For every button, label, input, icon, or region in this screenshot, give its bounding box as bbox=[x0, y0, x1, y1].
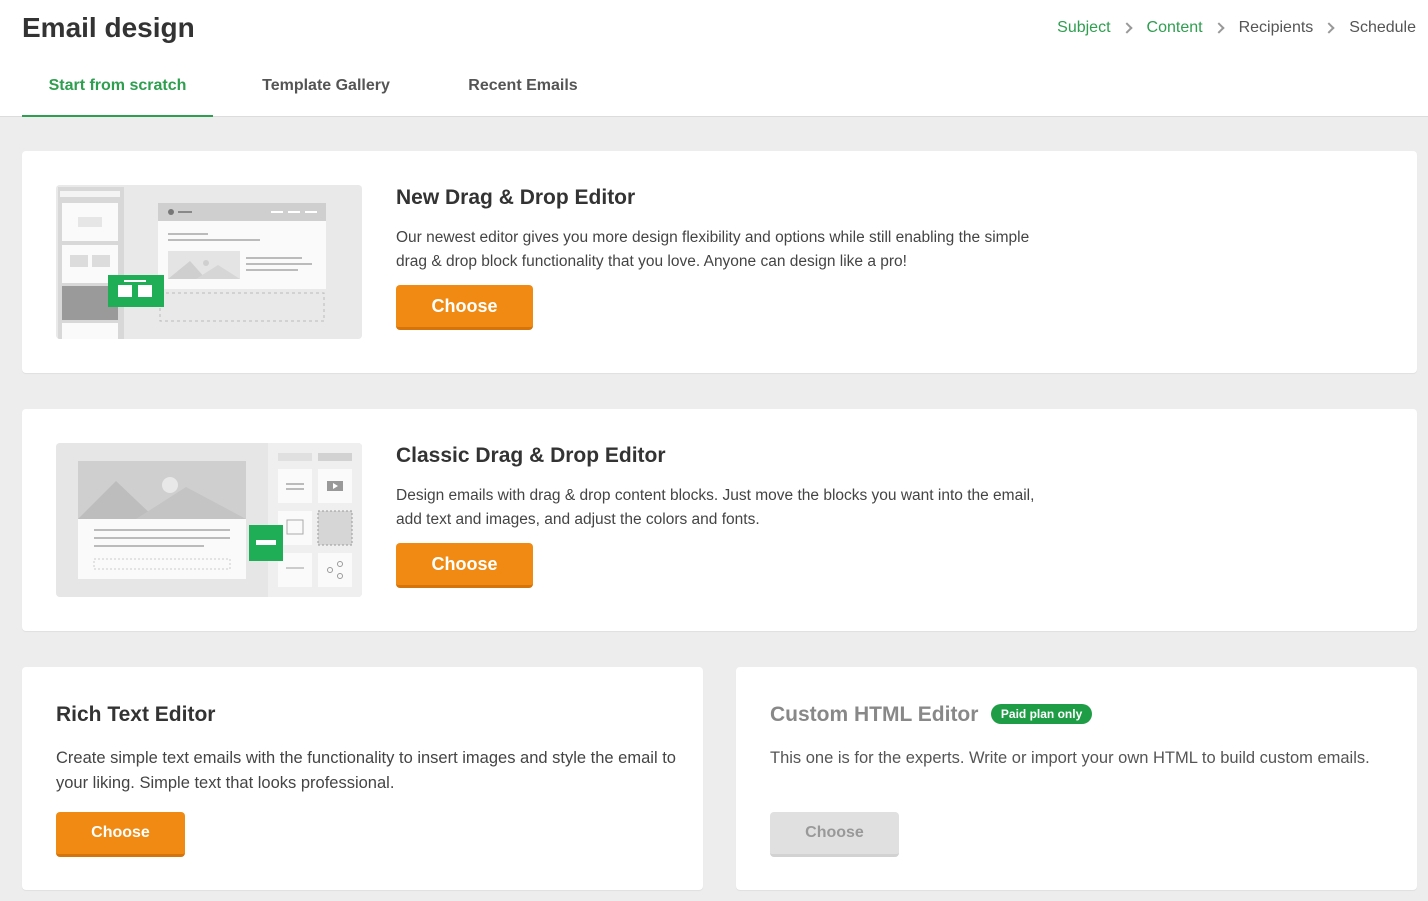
paid-plan-badge: Paid plan only bbox=[990, 703, 1093, 724]
step-content[interactable]: Content bbox=[1147, 19, 1203, 37]
custom-html-editor-card: Custom HTML Editor Paid plan only This o… bbox=[736, 667, 1417, 890]
chevron-right-icon bbox=[1120, 22, 1133, 34]
step-recipients[interactable]: Recipients bbox=[1239, 19, 1314, 37]
new-dnd-editor-description: Our newest editor gives you more design … bbox=[396, 229, 1030, 270]
chevron-right-icon bbox=[1212, 22, 1225, 34]
page-header: Email design Subject Content Recipients … bbox=[0, 0, 1428, 117]
design-tabs: Start from scratch Template Gallery Rece… bbox=[22, 60, 607, 117]
tab-recent-emails[interactable]: Recent Emails bbox=[439, 60, 607, 117]
tab-start-from-scratch[interactable]: Start from scratch bbox=[22, 60, 213, 117]
classic-dnd-editor-description: Design emails with drag & drop content b… bbox=[396, 487, 1035, 528]
classic-dnd-editor-choose-button[interactable]: Choose bbox=[396, 543, 533, 588]
step-subject[interactable]: Subject bbox=[1057, 19, 1110, 37]
progress-steps: Subject Content Recipients Schedule bbox=[1057, 19, 1416, 37]
tab-template-gallery[interactable]: Template Gallery bbox=[213, 60, 439, 117]
custom-html-editor-title: Custom HTML Editor bbox=[770, 703, 979, 726]
rich-text-editor-description: Create simple text emails with the funct… bbox=[56, 749, 676, 792]
custom-html-editor-heading: Custom HTML Editor Paid plan only bbox=[770, 703, 1093, 727]
chevron-right-icon bbox=[1323, 22, 1335, 34]
classic-dnd-editor-illustration bbox=[56, 443, 362, 597]
page-title: Email design bbox=[22, 12, 195, 43]
new-dnd-editor-title: New Drag & Drop Editor bbox=[396, 186, 636, 209]
step-schedule[interactable]: Schedule bbox=[1349, 19, 1416, 37]
rich-text-editor-title: Rich Text Editor bbox=[56, 703, 216, 726]
classic-dnd-editor-card: Classic Drag & Drop Editor Design emails… bbox=[22, 409, 1417, 631]
new-dnd-editor-card: New Drag & Drop Editor Our newest editor… bbox=[22, 151, 1417, 373]
rich-text-editor-card: Rich Text Editor Create simple text emai… bbox=[22, 667, 703, 890]
rich-text-editor-choose-button[interactable]: Choose bbox=[56, 812, 185, 857]
new-dnd-editor-illustration bbox=[56, 185, 362, 339]
custom-html-editor-choose-button[interactable]: Choose bbox=[770, 812, 899, 857]
custom-html-editor-description: This one is for the experts. Write or im… bbox=[770, 749, 1370, 767]
new-dnd-editor-choose-button[interactable]: Choose bbox=[396, 285, 533, 330]
classic-dnd-editor-title: Classic Drag & Drop Editor bbox=[396, 444, 666, 467]
